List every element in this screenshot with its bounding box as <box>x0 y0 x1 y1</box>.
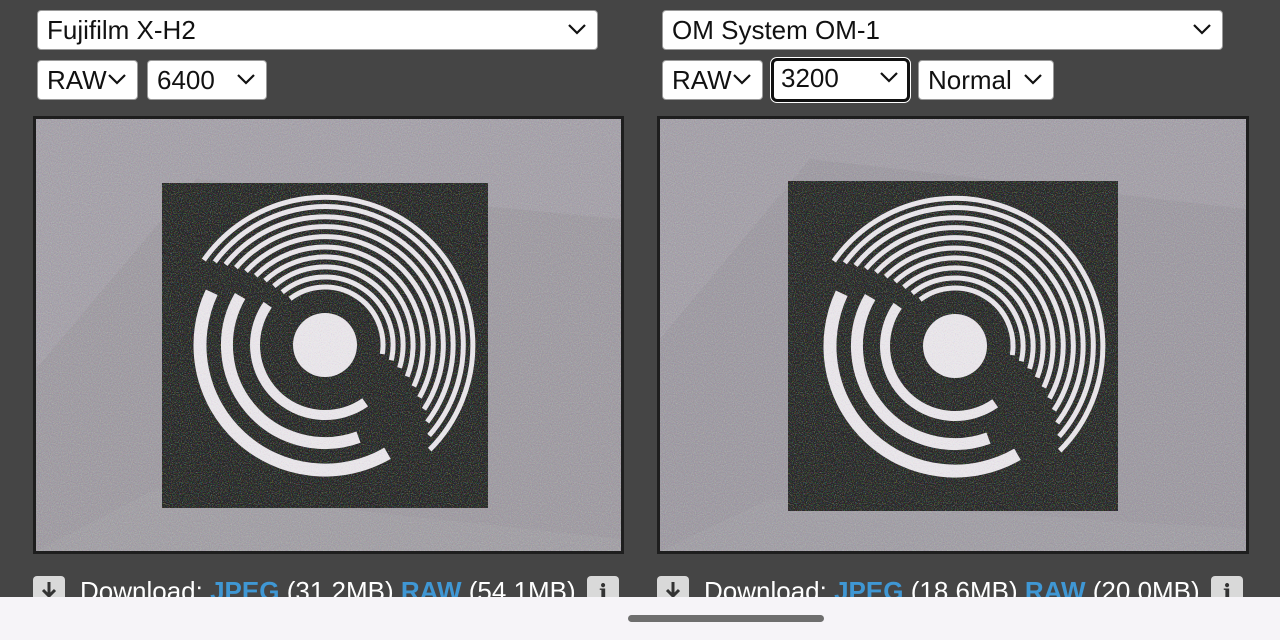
right-download-row: Download: JPEG (18.6MB) RAW (20.0MB) i <box>657 574 1257 597</box>
right-camera-select[interactable]: OM System OM-1 <box>662 10 1223 50</box>
chevron-down-icon <box>880 72 898 83</box>
chevron-down-icon <box>1193 24 1211 35</box>
chevron-down-icon <box>237 74 255 85</box>
left-jpeg-size: (31.2MB) <box>286 576 394 597</box>
left-jpeg-download-link[interactable]: JPEG <box>210 576 279 597</box>
info-icon[interactable]: i <box>1211 576 1243 597</box>
left-camera-select[interactable]: Fujifilm X-H2 <box>37 10 598 50</box>
left-camera-panel: Fujifilm X-H2 RAW 6400 Download: JPEG (3… <box>33 0 633 597</box>
left-format-select-value: RAW <box>47 65 107 95</box>
right-iso-select-value: 3200 <box>781 63 839 93</box>
left-raw-download-link[interactable]: RAW <box>401 576 462 597</box>
right-raw-size: (20.0MB) <box>1092 576 1200 597</box>
right-format-select-value: RAW <box>672 65 732 95</box>
chevron-down-icon <box>108 74 126 85</box>
left-format-select[interactable]: RAW <box>37 60 138 100</box>
left-sample-crop[interactable] <box>33 116 624 554</box>
left-raw-size: (54.1MB) <box>468 576 576 597</box>
right-download-links: Download: JPEG (18.6MB) RAW (20.0MB) <box>704 575 1200 597</box>
download-label: Download: <box>704 576 827 597</box>
chevron-down-icon <box>733 74 751 85</box>
right-format-select[interactable]: RAW <box>662 60 763 100</box>
right-raw-download-link[interactable]: RAW <box>1025 576 1086 597</box>
download-arrow-icon[interactable] <box>657 576 689 597</box>
right-mode-select-value: Normal <box>928 65 1012 95</box>
right-sample-crop[interactable] <box>657 116 1249 554</box>
left-camera-select-value: Fujifilm X-H2 <box>47 15 196 45</box>
right-camera-panel: OM System OM-1 RAW 3200 Normal Download:… <box>657 0 1257 597</box>
right-iso-select[interactable]: 3200 <box>771 58 910 102</box>
left-iso-select[interactable]: 6400 <box>147 60 267 100</box>
left-resolution-target-image <box>36 119 621 551</box>
left-download-links: Download: JPEG (31.2MB) RAW (54.1MB) <box>80 575 576 597</box>
right-mode-select[interactable]: Normal <box>918 60 1054 100</box>
right-resolution-target-image <box>660 119 1246 551</box>
home-indicator[interactable] <box>628 615 824 622</box>
download-label: Download: <box>80 576 203 597</box>
right-camera-select-value: OM System OM-1 <box>672 15 881 45</box>
info-icon[interactable]: i <box>587 576 619 597</box>
download-arrow-icon[interactable] <box>33 576 65 597</box>
camera-comparison-view: Fujifilm X-H2 RAW 6400 Download: JPEG (3… <box>0 0 1280 597</box>
left-download-row: Download: JPEG (31.2MB) RAW (54.1MB) i <box>33 574 633 597</box>
right-jpeg-download-link[interactable]: JPEG <box>834 576 903 597</box>
right-jpeg-size: (18.6MB) <box>910 576 1018 597</box>
chevron-down-icon <box>1024 74 1042 85</box>
left-iso-select-value: 6400 <box>157 65 215 95</box>
chevron-down-icon <box>568 24 586 35</box>
